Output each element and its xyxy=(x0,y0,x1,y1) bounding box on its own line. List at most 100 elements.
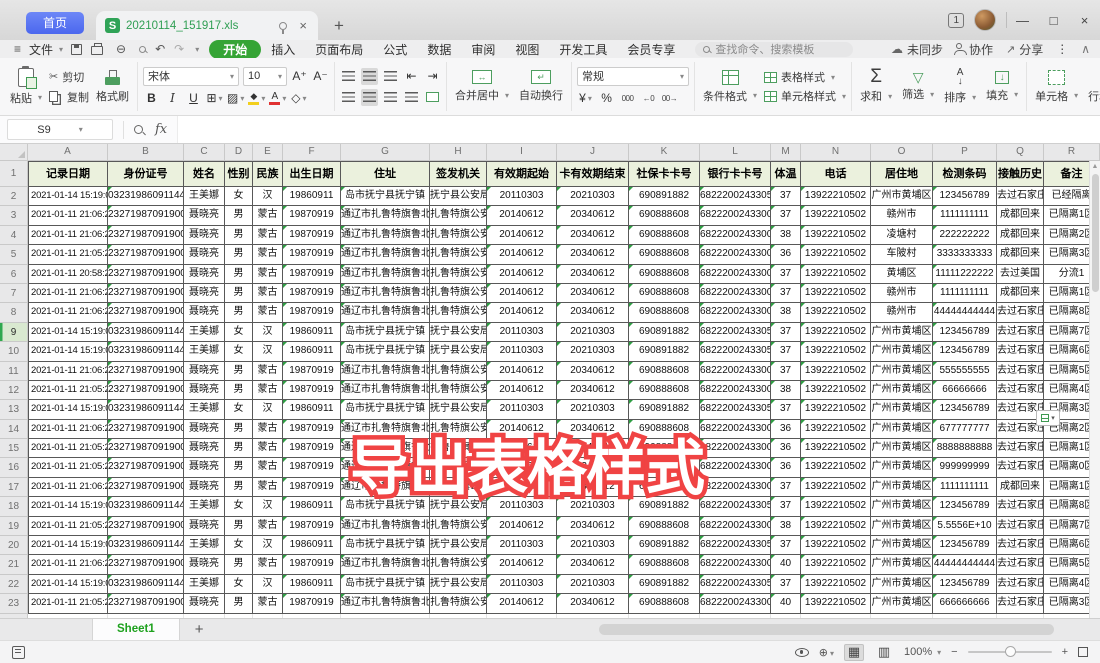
cell-B8[interactable]: 23271987091900 xyxy=(108,303,184,322)
cell-F20[interactable]: 19860911 xyxy=(283,536,341,555)
cut-button[interactable]: ✂剪切 xyxy=(49,69,89,85)
col-header-O[interactable]: O xyxy=(871,144,933,161)
cell-Q20[interactable]: 去过石家庄 xyxy=(997,536,1044,555)
cell-Q7[interactable]: 成都回来 xyxy=(997,284,1044,303)
zoom-slider[interactable] xyxy=(968,651,1052,653)
thousands-separator-icon[interactable]: 000 xyxy=(619,90,636,107)
cell-Q16[interactable]: 去过石家庄 xyxy=(997,458,1044,477)
page-break-view-icon[interactable]: ▥ xyxy=(874,644,894,661)
cell-I2[interactable]: 20110303 xyxy=(487,187,557,206)
fx-icon[interactable]: fx xyxy=(155,122,167,137)
cell-C17[interactable]: 聂晓亮 xyxy=(184,478,225,497)
cell-F12[interactable]: 19870919 xyxy=(283,381,341,400)
cell-P11[interactable]: 555555555 xyxy=(933,362,997,381)
cell-H12[interactable]: 扎鲁特旗公安局 xyxy=(430,381,487,400)
cell-Q9[interactable]: 去过石家庄 xyxy=(997,323,1044,342)
cell-J23[interactable]: 20340612 xyxy=(557,594,629,613)
cell-H13[interactable]: 抚宁县公安局 xyxy=(430,400,487,419)
cell-A7[interactable]: 2021-01-11 21:06:23 xyxy=(28,284,108,303)
cell-E23[interactable]: 蒙古 xyxy=(253,594,283,613)
cell-N14[interactable]: 13922210502 xyxy=(801,420,871,439)
select-all-corner[interactable] xyxy=(0,144,28,161)
align-bottom-icon[interactable] xyxy=(382,68,399,85)
cell-L13[interactable]: 6822200243305 xyxy=(700,400,771,419)
cell-L6[interactable]: 6822200243300 xyxy=(700,265,771,284)
cell-C9[interactable]: 王美娜 xyxy=(184,323,225,342)
cell-A21[interactable]: 2021-01-11 21:06:23 xyxy=(28,555,108,574)
cell-M6[interactable]: 37 xyxy=(771,265,801,284)
decrease-font-icon[interactable]: A⁻ xyxy=(312,68,329,85)
cell-A10[interactable]: 2021-01-14 15:19:03 xyxy=(28,342,108,361)
cell-G4[interactable]: 通辽市扎鲁特旗鲁北镇 xyxy=(341,226,430,245)
preview-icon[interactable] xyxy=(139,46,146,53)
cell-C12[interactable]: 聂晓亮 xyxy=(184,381,225,400)
fullscreen-icon[interactable] xyxy=(1078,647,1088,657)
cell-D3[interactable]: 男 xyxy=(225,206,253,225)
align-right-icon[interactable] xyxy=(382,89,399,106)
row-header-2[interactable]: 2 xyxy=(0,187,28,206)
cell-B1[interactable]: 身份证号 xyxy=(108,161,184,187)
cell-M24[interactable] xyxy=(771,614,801,618)
cell-A24[interactable] xyxy=(28,614,108,618)
cell-F13[interactable]: 19860911 xyxy=(283,400,341,419)
cell-K1[interactable]: 社保卡卡号 xyxy=(629,161,700,187)
cell-M22[interactable]: 37 xyxy=(771,575,801,594)
cell-D17[interactable]: 男 xyxy=(225,478,253,497)
cell-A19[interactable]: 2021-01-11 21:05:23 xyxy=(28,517,108,536)
cell-P5[interactable]: 3333333333 xyxy=(933,245,997,264)
conditional-format-button[interactable]: 条件格式▾ xyxy=(700,70,760,104)
row-header-4[interactable]: 4 xyxy=(0,226,28,245)
cell-J4[interactable]: 20340612 xyxy=(557,226,629,245)
share-button[interactable]: ↗分享 xyxy=(1006,41,1043,58)
cell-I24[interactable] xyxy=(487,614,557,618)
cell-C13[interactable]: 王美娜 xyxy=(184,400,225,419)
cell-G21[interactable]: 通辽市扎鲁特旗鲁北镇 xyxy=(341,555,430,574)
cell-C4[interactable]: 聂晓亮 xyxy=(184,226,225,245)
cell-M3[interactable]: 37 xyxy=(771,206,801,225)
cell-M19[interactable]: 38 xyxy=(771,517,801,536)
cell-H11[interactable]: 扎鲁特旗公安局 xyxy=(430,362,487,381)
row-header-18[interactable]: 18 xyxy=(0,497,28,516)
cell-J2[interactable]: 20210303 xyxy=(557,187,629,206)
wrap-text-button[interactable]: ↵ 自动换行 xyxy=(516,70,566,103)
cell-P8[interactable]: 44444444444 xyxy=(933,303,997,322)
shading-button[interactable]: ▨▾ xyxy=(227,90,244,107)
cell-L4[interactable]: 6822200243300 xyxy=(700,226,771,245)
cell-E18[interactable]: 汉 xyxy=(253,497,283,516)
zoom-slider-knob[interactable] xyxy=(1005,646,1016,657)
tab-view[interactable]: 视图 xyxy=(505,41,549,58)
cell-P6[interactable]: 11111222222 xyxy=(933,265,997,284)
cell-C24[interactable] xyxy=(184,614,225,618)
cell-O3[interactable]: 赣州市 xyxy=(871,206,933,225)
cell-M10[interactable]: 37 xyxy=(771,342,801,361)
add-sheet-button[interactable]: + xyxy=(195,621,204,638)
more-menu-icon[interactable]: ⋮ xyxy=(1056,42,1068,56)
cell-F10[interactable]: 19860911 xyxy=(283,342,341,361)
col-header-K[interactable]: K xyxy=(629,144,700,161)
cell-H21[interactable]: 扎鲁特旗公安局 xyxy=(430,555,487,574)
cell-H4[interactable]: 扎鲁特旗公安局 xyxy=(430,226,487,245)
cell-B22[interactable]: 03231986091144 xyxy=(108,575,184,594)
cell-P18[interactable]: 123456789 xyxy=(933,497,997,516)
cell-A18[interactable]: 2021-01-14 15:19:03 xyxy=(28,497,108,516)
align-center-icon[interactable] xyxy=(361,89,378,106)
cell-F3[interactable]: 19870919 xyxy=(283,206,341,225)
cell-H24[interactable] xyxy=(430,614,487,618)
cell-M16[interactable]: 36 xyxy=(771,458,801,477)
align-middle-icon[interactable] xyxy=(361,68,378,85)
cell-N4[interactable]: 13922210502 xyxy=(801,226,871,245)
cell-P16[interactable]: 999999999 xyxy=(933,458,997,477)
cell-P1[interactable]: 检测条码 xyxy=(933,161,997,187)
cell-M9[interactable]: 37 xyxy=(771,323,801,342)
cell-K23[interactable]: 690888608 xyxy=(629,594,700,613)
col-header-Q[interactable]: Q xyxy=(997,144,1044,161)
filter-button[interactable]: ▽筛选▾ xyxy=(899,71,937,102)
cell-M1[interactable]: 体温 xyxy=(771,161,801,187)
cell-N9[interactable]: 13922210502 xyxy=(801,323,871,342)
cell-C6[interactable]: 聂晓亮 xyxy=(184,265,225,284)
col-header-C[interactable]: C xyxy=(184,144,225,161)
cell-P24[interactable] xyxy=(933,614,997,618)
cell-J19[interactable]: 20340612 xyxy=(557,517,629,536)
cell-Q3[interactable]: 成都回来 xyxy=(997,206,1044,225)
undo-icon[interactable]: ↶ xyxy=(155,42,165,56)
